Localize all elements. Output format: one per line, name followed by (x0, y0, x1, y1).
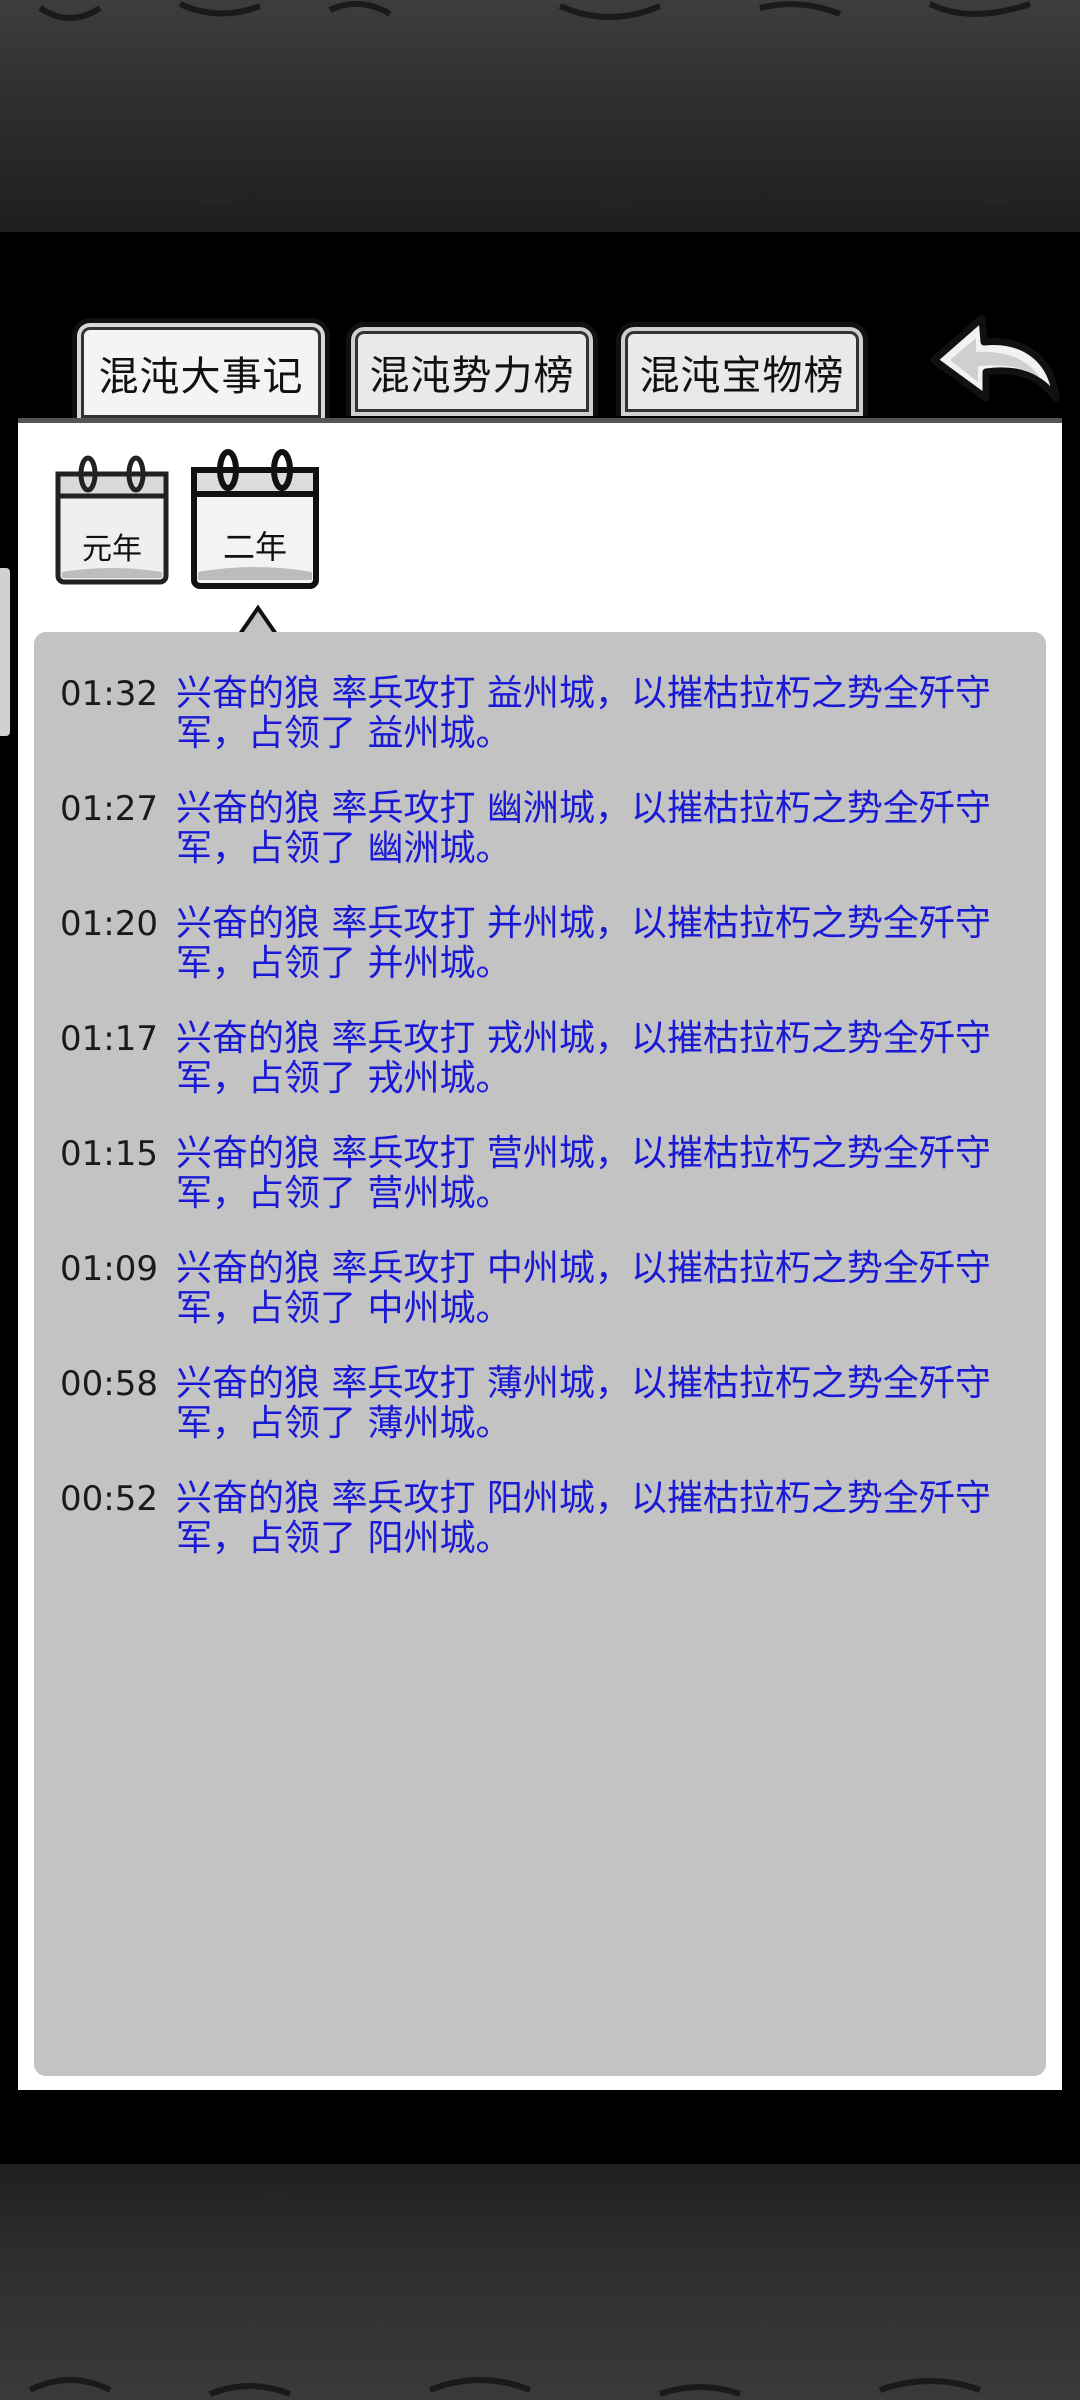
event-text: 兴奋的狼 率兵攻打 幽洲城，以摧枯拉朽之势全歼守军，占领了 幽洲城。 (176, 788, 991, 869)
tab-chaos-power-ranking[interactable]: 混沌势力榜 (346, 322, 598, 416)
calendar-year-1-label: 元年 (82, 532, 142, 567)
scroll-indicator (0, 568, 10, 736)
calendar-year-2-button[interactable]: 二年 (188, 446, 322, 592)
tab-chaos-events[interactable]: 混沌大事记 (72, 318, 330, 422)
event-time: 00:58 (60, 1364, 158, 1404)
event-time: 01:17 (60, 1019, 158, 1059)
calendar-year-1-button[interactable]: 元年 (52, 452, 172, 588)
event-time: 01:32 (60, 674, 158, 714)
event-text: 兴奋的狼 率兵攻打 并州城，以摧枯拉朽之势全歼守军，占领了 并州城。 (176, 903, 991, 984)
top-background (0, 0, 1080, 232)
tab-chaos-treasure-ranking[interactable]: 混沌宝物榜 (616, 322, 868, 416)
event-text: 兴奋的狼 率兵攻打 戎州城，以摧枯拉朽之势全歼守军，占领了 戎州城。 (176, 1018, 991, 1099)
event-time: 00:52 (60, 1479, 158, 1519)
selection-pointer-icon (238, 604, 278, 634)
event-text: 兴奋的狼 率兵攻打 中州城，以摧枯拉朽之势全歼守军，占领了 中州城。 (176, 1248, 991, 1329)
app-screen: 混沌大事记 混沌势力榜 混沌宝物榜 元年 二年 01:32 兴奋的狼 率兵攻打 … (0, 0, 1080, 2400)
bottom-background (0, 2164, 1080, 2400)
event-text: 兴奋的狼 率兵攻打 益州城，以摧枯拉朽之势全歼守军，占领了 益州城。 (176, 673, 991, 754)
calendar-icon (191, 449, 319, 589)
back-arrow-icon (930, 314, 1060, 402)
event-time: 01:15 (60, 1134, 158, 1174)
event-time: 01:20 (60, 904, 158, 944)
event-time: 01:09 (60, 1249, 158, 1289)
event-time: 01:27 (60, 789, 158, 829)
event-text: 兴奋的狼 率兵攻打 薄州城，以摧枯拉朽之势全歼守军，占领了 薄州城。 (176, 1363, 991, 1444)
back-button[interactable] (926, 308, 1062, 420)
event-text: 兴奋的狼 率兵攻打 阳州城，以摧枯拉朽之势全歼守军，占领了 阳州城。 (176, 1478, 991, 1559)
calendar-year-2-label: 二年 (222, 528, 287, 566)
event-text: 兴奋的狼 率兵攻打 营州城，以摧枯拉朽之势全歼守军，占领了 营州城。 (176, 1133, 991, 1214)
